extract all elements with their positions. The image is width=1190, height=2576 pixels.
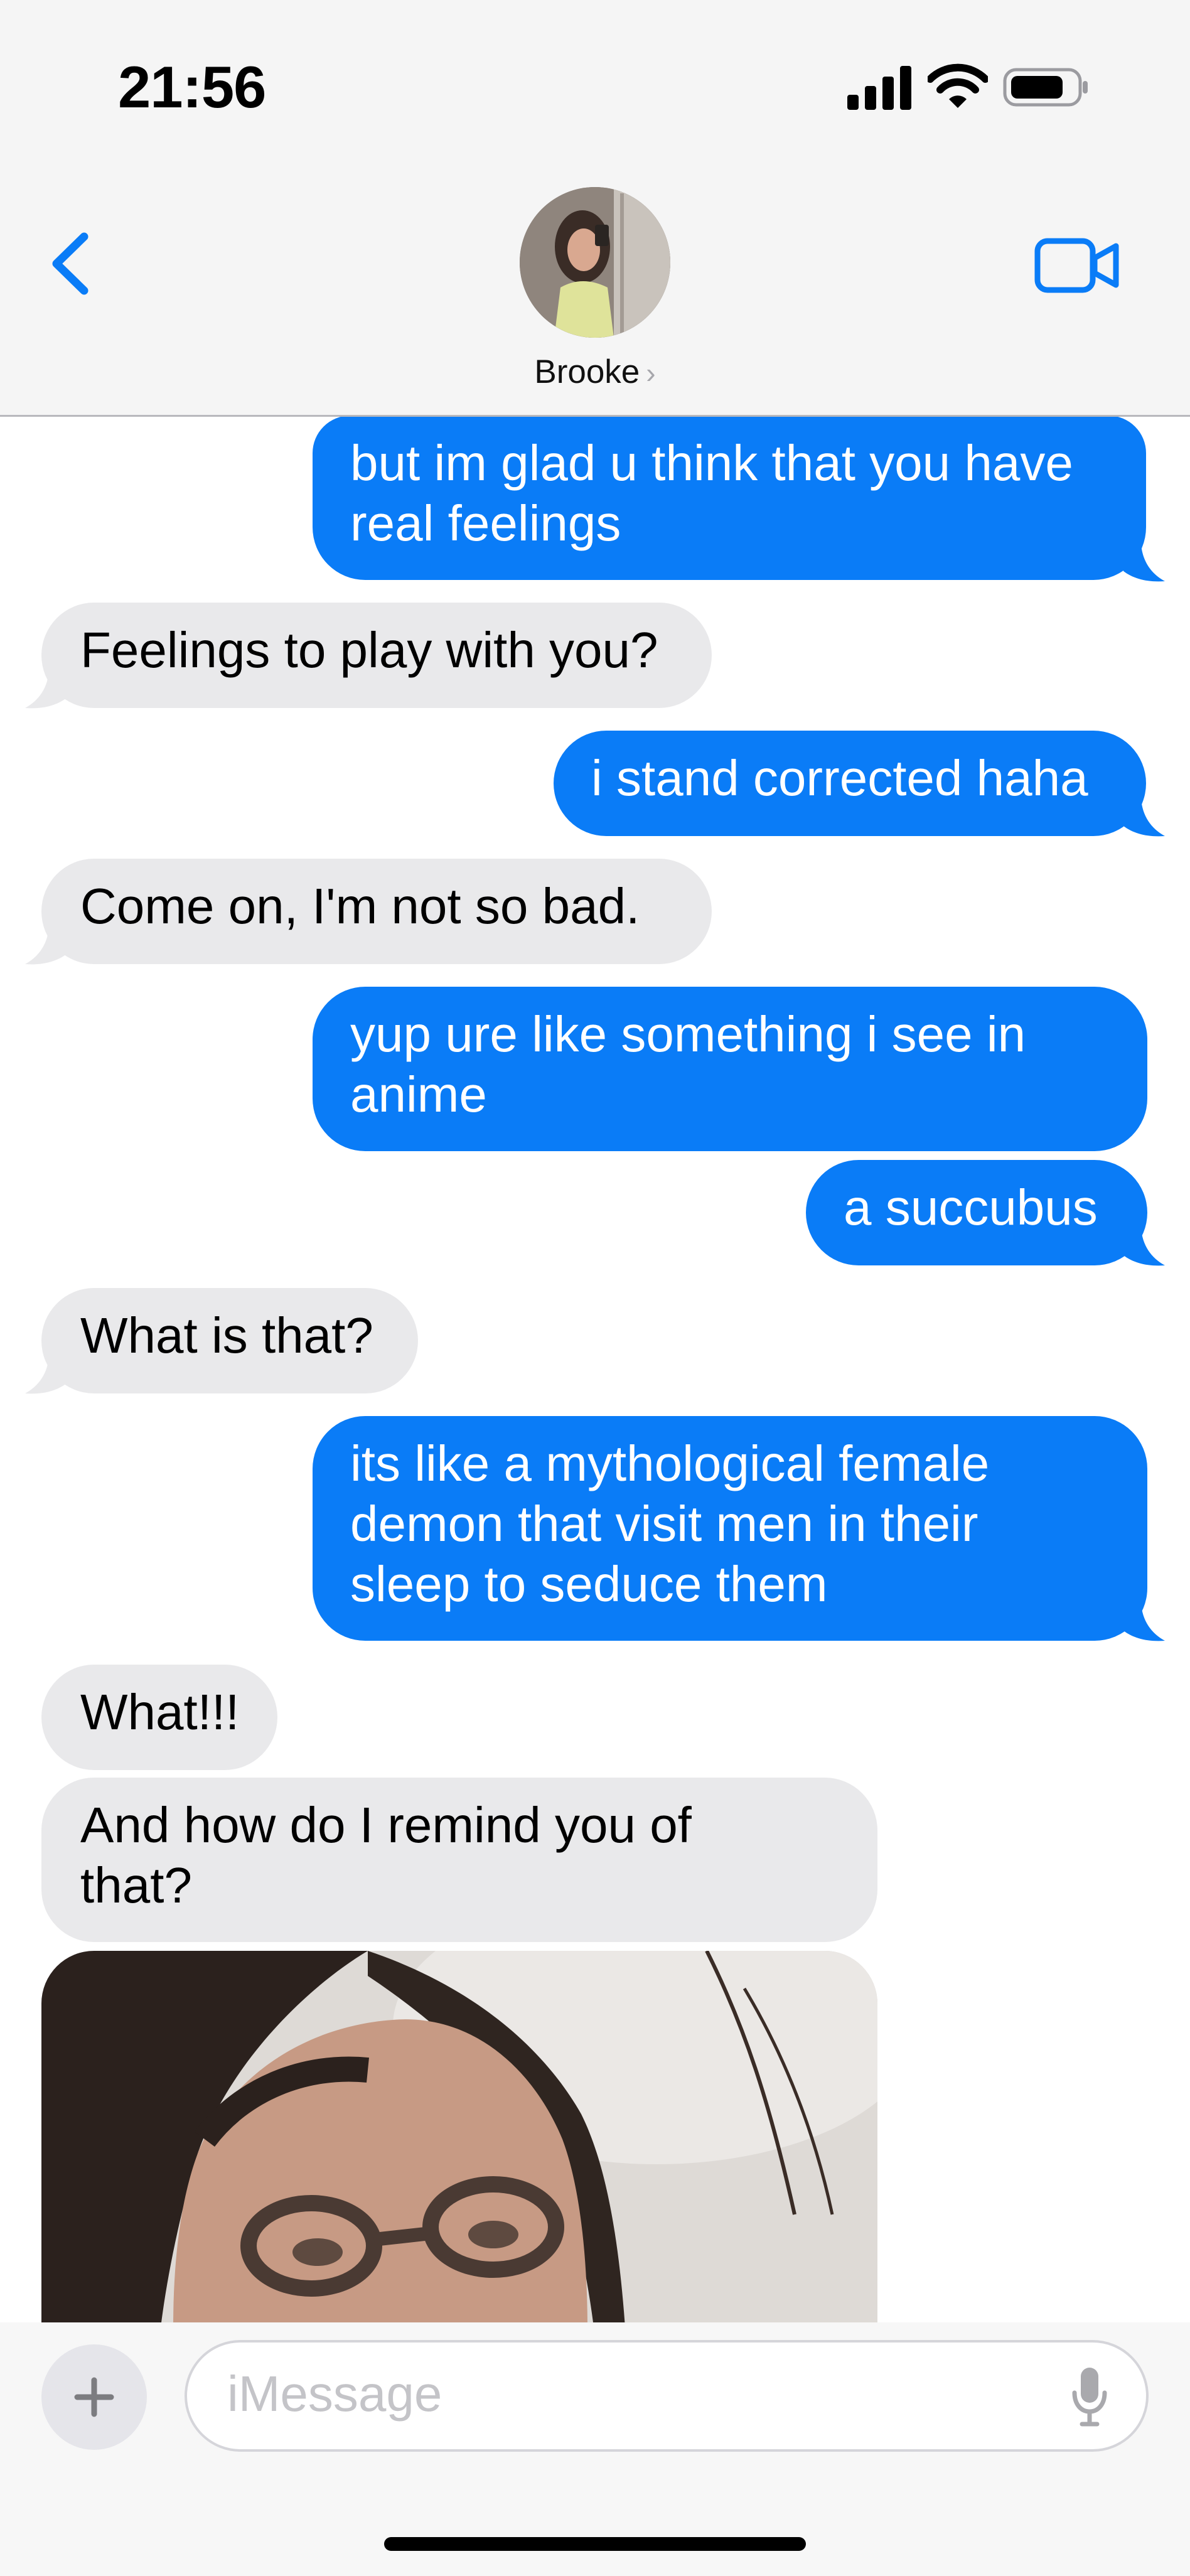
message-text-line: real feelings [350, 495, 621, 551]
message-text-line: Feelings to play with you? [80, 622, 658, 678]
incoming-message-bubble[interactable]: Come on, I'm not so bad. [41, 859, 712, 964]
message-text-line: Come on, I'm not so bad. [80, 878, 640, 934]
outgoing-message-bubble[interactable]: but im glad u think that you have real f… [313, 416, 1146, 580]
contact-name-button[interactable]: Brooke › [0, 353, 1190, 391]
battery-icon [1003, 68, 1088, 107]
incoming-message-bubble[interactable]: What!!! [41, 1665, 277, 1770]
plus-icon [74, 2377, 114, 2417]
photo-image [41, 1951, 877, 2327]
bubble-tail [1123, 1228, 1165, 1266]
avatar-photo [520, 187, 670, 338]
photo-attachment[interactable] [41, 1951, 877, 2327]
outgoing-message-bubble[interactable]: a succubus [806, 1160, 1147, 1265]
message-text-line: What is that? [80, 1307, 373, 1363]
contact-avatar[interactable] [520, 187, 670, 338]
outgoing-message-bubble[interactable]: i stand corrected haha [554, 731, 1146, 836]
bubble-tail [1123, 544, 1165, 582]
message-text-line: And how do I remind you of [80, 1797, 692, 1853]
microphone-icon[interactable] [1071, 2366, 1108, 2427]
message-text-line: demon that visit men in their [350, 1496, 978, 1552]
message-input-placeholder: iMessage [227, 2366, 442, 2422]
message-input[interactable]: iMessage [185, 2340, 1149, 2452]
chevron-right-icon: › [646, 357, 656, 389]
video-camera-icon [1034, 238, 1119, 293]
back-button[interactable] [45, 229, 102, 298]
message-text-line: that? [80, 1857, 192, 1913]
message-text-line: its like a mythological female [350, 1436, 990, 1491]
message-text-line: yup ure like something i see in [350, 1006, 1026, 1062]
message-text-line: anime [350, 1066, 487, 1122]
incoming-message-bubble[interactable]: What is that? [41, 1288, 418, 1393]
bubble-tail [25, 926, 67, 965]
bubble-tail [25, 1356, 67, 1394]
video-call-button[interactable] [1034, 237, 1122, 294]
chevron-left-icon [52, 232, 88, 295]
outgoing-message-bubble[interactable]: its like a mythological female demon tha… [313, 1416, 1147, 1641]
conversation-header: 21:56 Brooke › [0, 0, 1190, 417]
contact-name: Brooke [534, 353, 640, 390]
bubble-tail [1123, 798, 1165, 837]
message-text-line: i stand corrected haha [591, 750, 1088, 806]
incoming-message-bubble[interactable]: Feelings to play with you? [41, 603, 712, 708]
bubble-tail [1123, 1603, 1165, 1641]
bubble-tail [25, 670, 67, 709]
home-indicator [384, 2537, 806, 2551]
status-time: 21:56 [118, 54, 266, 120]
cellular-signal-icon [847, 66, 911, 110]
message-text-line: a succubus [844, 1179, 1098, 1235]
message-text-line: sleep to seduce them [350, 1556, 828, 1612]
message-text-line: What!!! [80, 1684, 240, 1740]
outgoing-message-bubble[interactable]: yup ure like something i see in anime [313, 987, 1147, 1151]
incoming-message-bubble[interactable]: And how do I remind you of that? [41, 1778, 877, 1942]
wifi-icon [928, 63, 988, 108]
apps-plus-button[interactable] [41, 2344, 147, 2450]
message-text-line: but im glad u think that you have [350, 435, 1073, 491]
